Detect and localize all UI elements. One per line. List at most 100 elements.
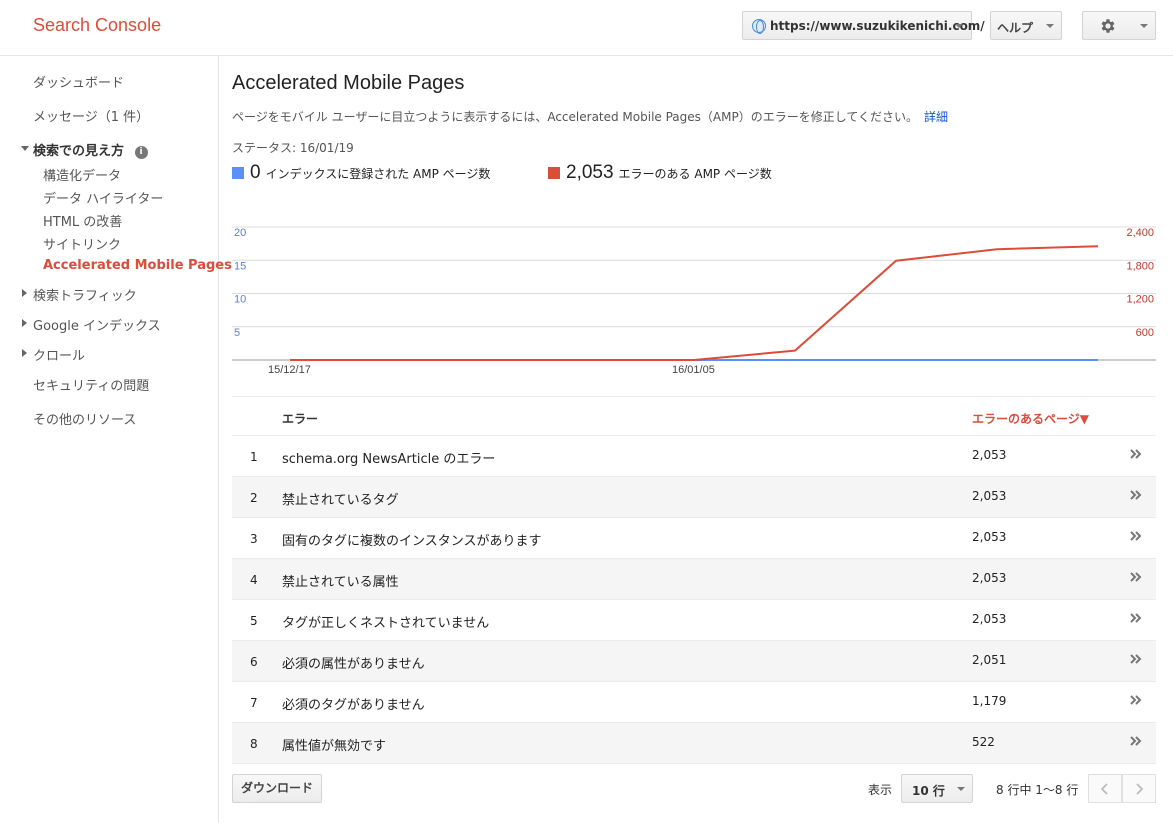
y-right-tick-label: 600 (1136, 327, 1154, 339)
error-page-count: 1,179 (972, 694, 1007, 708)
sidebar-item-messages[interactable]: メッセージ（1 件） (33, 106, 149, 125)
legend-label: インデックスに登録された AMP ページ数 (265, 166, 491, 181)
sidebar-item-label: Google インデックス (33, 319, 161, 334)
error-type: 必須のタグがありません (282, 698, 425, 713)
y-left-tick-label: 15 (234, 260, 246, 272)
double-chevron-right-icon[interactable] (1128, 733, 1144, 749)
amp-line-chart: 20 15 10 5 2,400 1,800 1,200 600 15/12/17 16/01/0… (232, 226, 1156, 376)
row-index: 8 (250, 737, 258, 751)
sidebar-item-amp[interactable]: Accelerated Mobile Pages (43, 258, 232, 273)
double-chevron-right-icon[interactable] (1128, 610, 1144, 626)
site-selector[interactable]: https://www.suzukikenichi.com/ (742, 11, 985, 40)
table-row[interactable]: 4 禁止されている属性 2,053 (232, 559, 1156, 600)
row-index: 6 (250, 655, 258, 669)
sidebar-item-html-improvements[interactable]: HTML の改善 (43, 211, 122, 230)
error-type: schema.org NewsArticle のエラー (282, 452, 496, 467)
settings-button[interactable] (1082, 11, 1156, 40)
error-page-count: 2,053 (972, 530, 1007, 544)
sidebar-item-structured-data[interactable]: 構造化データ (43, 165, 121, 184)
sidebar: ダッシュボード メッセージ（1 件） 検索での見え方 i 構造化データ データ … (0, 56, 232, 823)
legend-indexed[interactable]: 0 インデックスに登録された AMP ページ数 (232, 162, 490, 184)
legend-value: 0 (250, 162, 261, 183)
sidebar-item-security[interactable]: セキュリティの問題 (33, 375, 149, 394)
site-url: https://www.suzukikenichi.com/ (770, 18, 985, 33)
table-row[interactable]: 3 固有のタグに複数のインスタンスがあります 2,053 (232, 518, 1156, 559)
error-page-count: 2,053 (972, 448, 1007, 462)
status-date: ステータス: 16/01/19 (232, 141, 354, 155)
description-text: ページをモバイル ユーザーに目立つように表示するには、Accelerated M… (232, 110, 918, 124)
error-page-count: 2,053 (972, 612, 1007, 626)
show-label: 表示 (868, 783, 893, 797)
table-row[interactable]: 2 禁止されているタグ 2,053 (232, 477, 1156, 518)
y-left-tick-label: 10 (234, 294, 246, 306)
double-chevron-right-icon[interactable] (1128, 651, 1144, 667)
gear-icon (1101, 19, 1115, 33)
error-type: 固有のタグに複数のインスタンスがあります (282, 534, 542, 549)
rows-per-page-select[interactable]: 10 行 (901, 774, 973, 803)
next-page-button[interactable] (1122, 774, 1156, 803)
brand-logo[interactable]: Search Console (33, 15, 161, 36)
sidebar-item-google-index[interactable]: Google インデックス (22, 315, 161, 334)
globe-icon (752, 18, 766, 34)
sidebar-item-sitelinks[interactable]: サイトリンク (43, 234, 121, 253)
row-index: 7 (250, 696, 258, 710)
sidebar-item-data-highlighter[interactable]: データ ハイライター (43, 188, 163, 207)
chevron-right-icon (1136, 783, 1144, 795)
table-row[interactable]: 1 schema.org NewsArticle のエラー 2,053 (232, 436, 1156, 477)
prev-page-button[interactable] (1088, 774, 1122, 803)
double-chevron-right-icon[interactable] (1128, 446, 1144, 462)
x-tick-label: 16/01/05 (672, 364, 715, 376)
sidebar-item-dashboard[interactable]: ダッシュボード (33, 72, 124, 91)
column-header-error[interactable]: エラー (282, 410, 318, 427)
x-tick-label: 15/12/17 (268, 364, 311, 376)
row-index: 2 (250, 491, 258, 505)
double-chevron-right-icon[interactable] (1128, 569, 1144, 585)
download-button[interactable]: ダウンロード (232, 774, 322, 803)
table-row[interactable]: 5 タグが正しくネストされていません 2,053 (232, 600, 1156, 641)
chevron-down-icon (955, 24, 963, 28)
help-button[interactable]: ヘルプ (990, 11, 1062, 40)
sidebar-item-search-traffic[interactable]: 検索トラフィック (22, 285, 137, 304)
page-description: ページをモバイル ユーザーに目立つように表示するには、Accelerated M… (232, 108, 948, 125)
column-header-pages[interactable]: エラーのあるページ▼ (972, 410, 1089, 427)
double-chevron-right-icon[interactable] (1128, 487, 1144, 503)
row-index: 3 (250, 532, 258, 546)
series-line-errors[interactable] (290, 245, 1099, 361)
sidebar-item-search-appearance[interactable]: 検索での見え方 i (21, 140, 148, 159)
y-right-tick-label: 1,200 (1126, 294, 1154, 306)
double-chevron-right-icon[interactable] (1128, 692, 1144, 708)
errors-table: エラー エラーのあるページ▼ 1 schema.org NewsArticle の… (232, 396, 1156, 764)
details-link[interactable]: 詳細 (924, 110, 948, 124)
error-page-count: 2,053 (972, 489, 1007, 503)
row-index: 1 (250, 450, 258, 464)
chevron-left-icon (1100, 783, 1108, 795)
error-type: タグが正しくネストされていません (282, 616, 490, 631)
expand-arrow-icon (22, 289, 27, 297)
chevron-down-icon (1046, 24, 1054, 28)
pagination-range: 8 行中 1〜8 行 (996, 783, 1079, 797)
row-index: 5 (250, 614, 258, 628)
sidebar-item-crawl[interactable]: クロール (22, 345, 86, 364)
legend-label: エラーのある AMP ページ数 (618, 166, 772, 181)
sidebar-item-other-resources[interactable]: その他のリソース (33, 409, 136, 428)
table-row[interactable]: 8 属性値が無効です 522 (232, 723, 1156, 764)
legend-errors[interactable]: 2,053 エラーのある AMP ページ数 (548, 162, 772, 184)
error-type: 禁止されている属性 (282, 575, 399, 590)
table-header: エラー エラーのあるページ▼ (232, 396, 1156, 436)
sidebar-item-label: 検索での見え方 (33, 144, 125, 159)
y-left-tick-label: 20 (234, 227, 246, 239)
y-right-tick-label: 1,800 (1126, 260, 1154, 272)
double-chevron-right-icon[interactable] (1128, 528, 1144, 544)
expand-arrow-icon (22, 349, 27, 357)
info-icon[interactable]: i (134, 146, 148, 159)
legend-swatch-blue (232, 167, 244, 179)
legend-value: 2,053 (566, 162, 614, 183)
help-label: ヘルプ (997, 21, 1034, 35)
table-row[interactable]: 7 必須のタグがありません 1,179 (232, 682, 1156, 723)
error-type: 属性値が無効です (282, 739, 387, 754)
sidebar-item-label: クロール (33, 349, 86, 364)
error-page-count: 522 (972, 735, 995, 749)
error-page-count: 2,051 (972, 653, 1007, 667)
table-row[interactable]: 6 必須の属性がありません 2,051 (232, 641, 1156, 682)
top-bar: Search Console https://www.suzukikenichi… (0, 0, 1173, 56)
